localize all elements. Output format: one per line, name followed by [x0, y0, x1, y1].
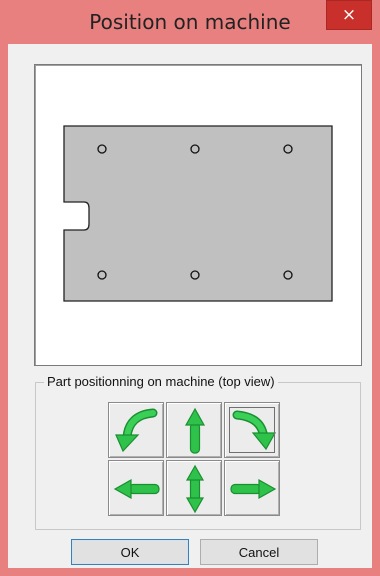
title-bar[interactable]: Position on machine ×: [0, 0, 380, 44]
dialog-client-area: Part positionning on machine (top view): [8, 44, 372, 568]
rotate-counterclockwise-button[interactable]: [108, 402, 164, 458]
ok-button[interactable]: OK: [71, 539, 189, 565]
window-title: Position on machine: [89, 10, 291, 34]
part-preview-panel: [34, 64, 362, 366]
arrow-right-icon: [230, 478, 277, 500]
positioning-groupbox: Part positionning on machine (top view): [35, 374, 361, 530]
rotate-clockwise-button[interactable]: [224, 402, 280, 458]
positioning-button-grid: [106, 400, 282, 518]
arrow-up-down-icon: [185, 464, 205, 514]
move-right-button[interactable]: [224, 460, 280, 516]
cancel-button[interactable]: Cancel: [200, 539, 318, 565]
arrow-left-icon: [113, 478, 160, 500]
dialog-window: Position on machine × Part positionning …: [0, 0, 380, 576]
rotate-cw-icon: [232, 410, 277, 451]
part-drawing: [63, 125, 333, 302]
flip-vertical-button[interactable]: [166, 460, 222, 516]
close-icon: ×: [341, 5, 357, 25]
groupbox-label: Part positionning on machine (top view): [44, 374, 278, 389]
move-left-button[interactable]: [108, 460, 164, 516]
move-up-button[interactable]: [166, 402, 222, 458]
rotate-ccw-icon: [115, 408, 158, 453]
arrow-up-icon: [184, 407, 206, 454]
close-button[interactable]: ×: [326, 0, 372, 30]
